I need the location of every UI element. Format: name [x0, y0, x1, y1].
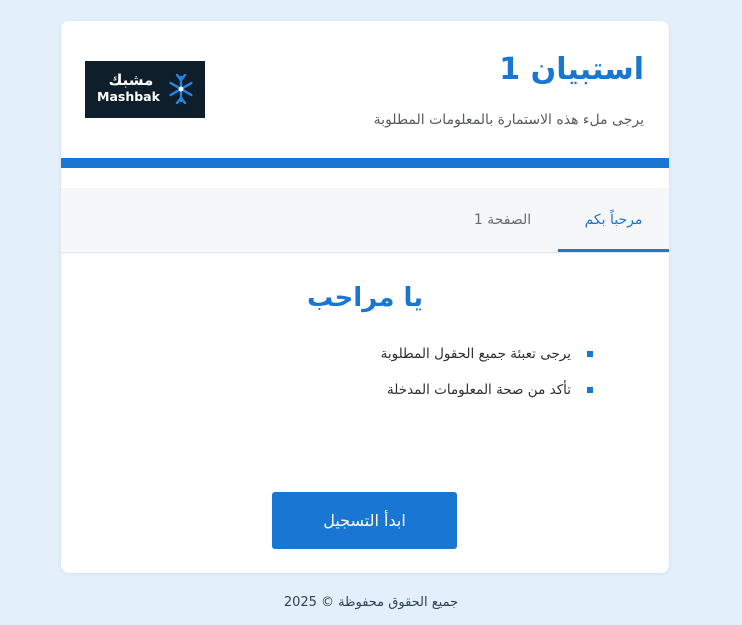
form-header: استبيان 1 يرجى ملء هذه الاستمارة بالمعلو… [61, 21, 669, 158]
tab-welcome[interactable]: مرحباً بكم [558, 188, 669, 252]
mashbak-logo: مشبك Mashbak [85, 61, 205, 118]
tab-page-1[interactable]: الصفحة 1 [447, 188, 558, 252]
list-item: تأكد من صحة المعلومات المدخلة [381, 377, 593, 413]
instruction-text: يرجى تعبئة جميع الحقول المطلوبة [380, 346, 571, 362]
instruction-text: تأكد من صحة المعلومات المدخلة [387, 382, 571, 398]
square-bullet-icon [587, 351, 593, 357]
footer-copyright: جميع الحقوق محفوظة © 2025 [283, 595, 459, 610]
list-item: يرجى تعبئة جميع الحقول المطلوبة [381, 341, 593, 377]
tab-bar: مرحباً بكم الصفحة 1 [61, 188, 669, 253]
logo-arabic-text: مشبك [109, 71, 154, 89]
snowflake-logo-icon: مشبك Mashbak [97, 71, 193, 105]
survey-card: استبيان 1 يرجى ملء هذه الاستمارة بالمعلو… [61, 21, 669, 573]
square-bullet-icon [587, 387, 593, 393]
start-registration-button[interactable]: ابدأ التسجيل [272, 492, 457, 549]
form-title: استبيان 1 [499, 52, 644, 87]
welcome-heading: يا مراحب [306, 283, 424, 313]
form-subtitle: يرجى ملء هذه الاستمارة بالمعلومات المطلو… [373, 112, 644, 128]
logo-text: Mashbak [97, 89, 161, 104]
instructions-list: يرجى تعبئة جميع الحقول المطلوبة تأكد من … [381, 341, 593, 413]
header-accent-bar [61, 158, 669, 168]
